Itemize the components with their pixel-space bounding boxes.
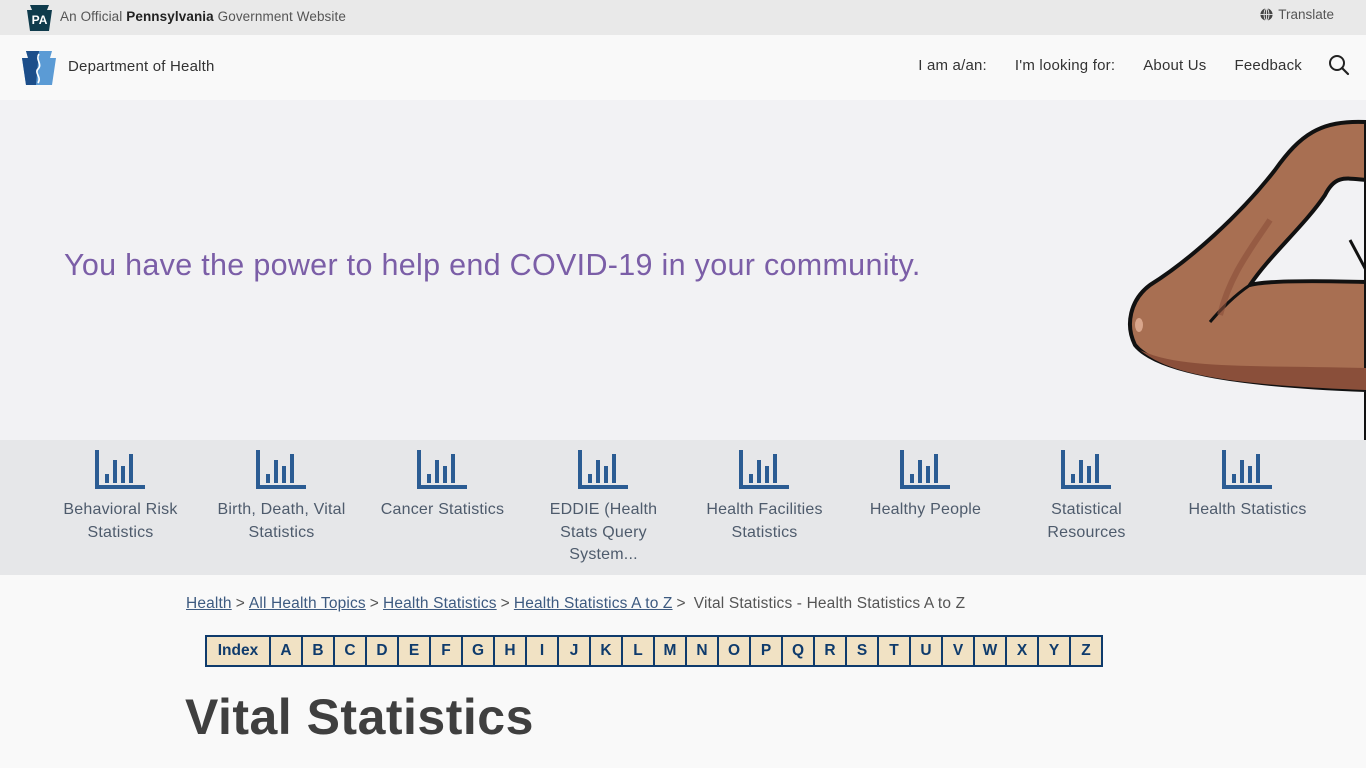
az-link-y[interactable]: Y bbox=[1037, 637, 1069, 665]
nav-i-am[interactable]: I am a/an: bbox=[918, 57, 987, 74]
quick-link-6[interactable]: Healthy People bbox=[845, 440, 1006, 522]
bar-chart-icon bbox=[577, 450, 628, 489]
breadcrumb-current: Vital Statistics - Health Statistics A t… bbox=[693, 595, 966, 612]
az-link-c[interactable]: C bbox=[333, 637, 365, 665]
official-state: Pennsylvania bbox=[126, 9, 214, 24]
nav-looking-for[interactable]: I'm looking for: bbox=[1015, 57, 1115, 74]
official-site-text: An Official Pennsylvania Government Webs… bbox=[60, 9, 346, 24]
az-link-v[interactable]: V bbox=[941, 637, 973, 665]
pa-keystone-logo: PA bbox=[27, 5, 52, 31]
breadcrumb-separator: > bbox=[500, 595, 510, 612]
az-link-q[interactable]: Q bbox=[781, 637, 813, 665]
quick-link-label: Healthy People bbox=[869, 501, 982, 518]
az-link-j[interactable]: J bbox=[557, 637, 589, 665]
quick-link-label: Cancer Statistics bbox=[380, 501, 505, 518]
quick-link-label: Birth, Death, Vital Statistics bbox=[217, 501, 346, 541]
svg-text:PA: PA bbox=[32, 13, 48, 27]
official-suffix: Government Website bbox=[217, 9, 346, 24]
department-name[interactable]: Department of Health bbox=[68, 58, 215, 75]
az-link-b[interactable]: B bbox=[301, 637, 333, 665]
quick-link-4[interactable]: EDDIE (Health Stats Query System... bbox=[523, 440, 684, 567]
hero-banner: You have the power to help end COVID-19 … bbox=[0, 100, 1366, 440]
bar-chart-icon bbox=[255, 450, 306, 489]
az-link-o[interactable]: O bbox=[717, 637, 749, 665]
az-link-k[interactable]: K bbox=[589, 637, 621, 665]
arm-illustration bbox=[1128, 119, 1366, 440]
az-link-d[interactable]: D bbox=[365, 637, 397, 665]
official-government-bar: PA An Official Pennsylvania Government W… bbox=[0, 0, 1366, 35]
official-prefix: An Official bbox=[60, 9, 123, 24]
quick-link-label: Health Facilities Statistics bbox=[706, 501, 823, 541]
a-to-z-index: Index A B C D E F G H I J K L M N O P Q R S T U V W X Y Z bbox=[205, 635, 1103, 667]
breadcrumb-health-statistics-a-to-z[interactable]: Health Statistics A to Z bbox=[514, 595, 673, 612]
az-link-index[interactable]: Index bbox=[207, 637, 269, 665]
az-link-r[interactable]: R bbox=[813, 637, 845, 665]
az-link-t[interactable]: T bbox=[877, 637, 909, 665]
main-nav: I am a/an: I'm looking for: About Us Fee… bbox=[890, 54, 1350, 76]
quick-link-2[interactable]: Birth, Death, Vital Statistics bbox=[201, 440, 362, 544]
breadcrumb-health[interactable]: Health bbox=[186, 595, 232, 612]
quick-link-label: Statistical Resources bbox=[1047, 501, 1126, 541]
az-link-n[interactable]: N bbox=[685, 637, 717, 665]
az-link-p[interactable]: P bbox=[749, 637, 781, 665]
bar-chart-icon bbox=[899, 450, 950, 489]
bar-chart-icon bbox=[1060, 450, 1111, 489]
quick-link-1[interactable]: Behavioral Risk Statistics bbox=[40, 440, 201, 544]
az-link-m[interactable]: M bbox=[653, 637, 685, 665]
quick-link-7[interactable]: Statistical Resources bbox=[1006, 440, 1167, 544]
breadcrumb-health-statistics[interactable]: Health Statistics bbox=[383, 595, 497, 612]
breadcrumb-separator: > bbox=[369, 595, 379, 612]
az-link-h[interactable]: H bbox=[493, 637, 525, 665]
az-link-x[interactable]: X bbox=[1005, 637, 1037, 665]
az-link-z[interactable]: Z bbox=[1069, 637, 1101, 665]
translate-label: Translate bbox=[1278, 7, 1334, 22]
breadcrumb-all-health-topics[interactable]: All Health Topics bbox=[249, 595, 366, 612]
quick-link-8[interactable]: Health Statistics bbox=[1167, 440, 1328, 522]
translate-button[interactable]: Translate bbox=[1260, 7, 1334, 22]
nav-about-us[interactable]: About Us bbox=[1143, 57, 1206, 74]
az-link-l[interactable]: L bbox=[621, 637, 653, 665]
quick-link-label: EDDIE (Health Stats Query System... bbox=[549, 501, 658, 563]
quick-link-3[interactable]: Cancer Statistics bbox=[362, 440, 523, 522]
quick-link-5[interactable]: Health Facilities Statistics bbox=[684, 440, 845, 544]
az-link-g[interactable]: G bbox=[461, 637, 493, 665]
breadcrumb-separator: > bbox=[676, 595, 686, 612]
az-link-u[interactable]: U bbox=[909, 637, 941, 665]
az-link-a[interactable]: A bbox=[269, 637, 301, 665]
breadcrumb-separator: > bbox=[235, 595, 245, 612]
department-of-health-logo[interactable] bbox=[22, 51, 56, 85]
az-link-i[interactable]: I bbox=[525, 637, 557, 665]
az-link-e[interactable]: E bbox=[397, 637, 429, 665]
quick-links-bar: Behavioral Risk Statistics Birth, Death,… bbox=[0, 440, 1366, 575]
page-title: Vital Statistics bbox=[185, 689, 534, 745]
quick-link-label: Health Statistics bbox=[1188, 501, 1307, 518]
quick-link-label: Behavioral Risk Statistics bbox=[63, 501, 178, 541]
hero-headline: You have the power to help end COVID-19 … bbox=[64, 248, 921, 282]
az-link-s[interactable]: S bbox=[845, 637, 877, 665]
az-link-f[interactable]: F bbox=[429, 637, 461, 665]
globe-icon bbox=[1260, 8, 1273, 21]
bar-chart-icon bbox=[94, 450, 145, 489]
az-link-w[interactable]: W bbox=[973, 637, 1005, 665]
bar-chart-icon bbox=[738, 450, 789, 489]
bar-chart-icon bbox=[416, 450, 467, 489]
search-icon[interactable] bbox=[1328, 54, 1350, 76]
breadcrumb: Health > All Health Topics > Health Statisti… bbox=[186, 595, 965, 613]
bar-chart-icon bbox=[1221, 450, 1272, 489]
site-header: Department of Health I am a/an: I'm look… bbox=[0, 35, 1366, 100]
nav-feedback[interactable]: Feedback bbox=[1235, 57, 1302, 74]
